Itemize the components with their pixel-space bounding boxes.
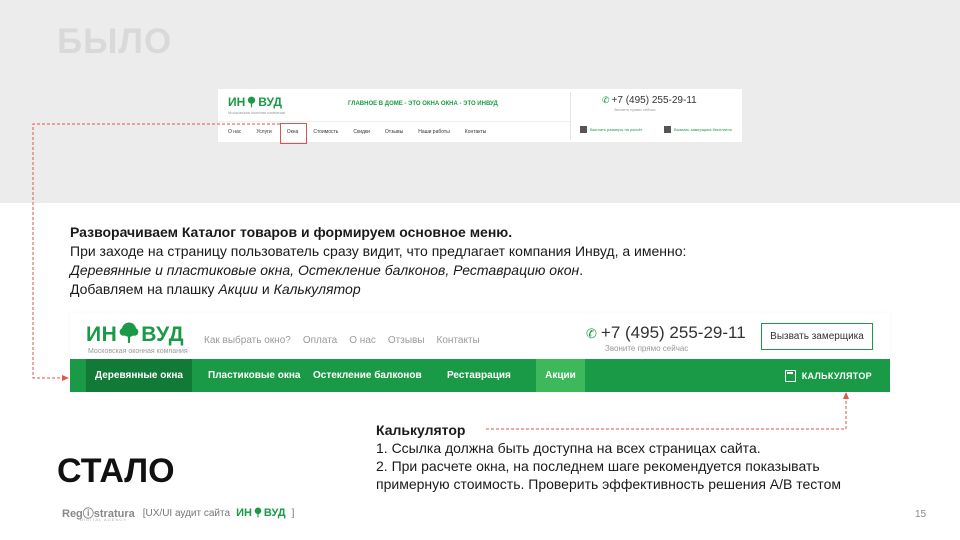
menu-item-balcony-glazing[interactable]: Остекление балконов xyxy=(313,359,422,392)
new-site-header: ИН ВУД Московская оконная компания Как вы… xyxy=(70,313,890,392)
top-nav-item[interactable]: Оплата xyxy=(303,335,337,346)
tree-icon xyxy=(254,507,262,518)
calculator-button[interactable]: КАЛЬКУЛЯТОР xyxy=(784,359,872,392)
main-menu-bar: Деревянные окна Пластиковые окна Остекле… xyxy=(70,359,890,392)
arrow-head-note-to-calculator xyxy=(843,392,849,399)
phone-icon: ✆ xyxy=(602,95,610,105)
description-italic: Калькулятор xyxy=(273,281,361,297)
menu-item-restoration[interactable]: Реставрация xyxy=(447,359,511,392)
old-logo[interactable]: ИН ВУД xyxy=(228,95,282,109)
new-phone[interactable]: ✆ +7 (495) 255-29-11 xyxy=(586,323,746,343)
call-measurer-button[interactable]: Вызвать замерщика xyxy=(761,323,873,350)
footer-brand-part1: ИН xyxy=(236,507,252,519)
calculator-label: КАЛЬКУЛЯТОР xyxy=(801,370,872,381)
calculator-note-item: 1. Ссылка должна быть доступна на всех с… xyxy=(376,440,761,456)
old-nav-item[interactable]: Отзывы xyxy=(385,129,403,135)
top-nav-item[interactable]: Как выбрать окно? xyxy=(204,335,291,346)
triangle-icon xyxy=(664,126,671,133)
description-period: . xyxy=(579,262,584,278)
menu-item-wooden-windows[interactable]: Деревянные окна xyxy=(86,359,192,392)
agency-logo-subtitle: DIGITAL AGENCY xyxy=(80,517,127,522)
description-text-part: Добавляем на плашку xyxy=(70,281,219,297)
old-nav-divider xyxy=(218,121,570,122)
calculator-note-item: 2. При расчете окна, на последнем шаге р… xyxy=(376,458,841,492)
description-line: Добавляем на плашку Акции и Калькулятор xyxy=(70,280,830,299)
top-nav-item[interactable]: Отзывы xyxy=(388,335,425,346)
old-nav: О нас Услуги Окна Стоимость Скидки Отзыв… xyxy=(228,129,501,135)
old-action-send-sizes[interactable]: Выслать размеры на расчёт xyxy=(580,126,650,133)
old-nav-item[interactable]: Наши работы xyxy=(418,129,450,135)
old-logo-part1: ИН xyxy=(228,95,246,109)
menu-item-plastic-windows[interactable]: Пластиковые окна xyxy=(208,359,300,392)
old-logo-part2: ВУД xyxy=(258,95,282,109)
footer-close-bracket: ] xyxy=(291,507,295,519)
footer-audit-text: [UX/UI аудит сайта xyxy=(142,507,231,519)
old-nav-item[interactable]: Скидки xyxy=(353,129,370,135)
old-slogan: ГЛАВНОЕ В ДОМЕ - ЭТО ОКНА ОКНА - ЭТО ИНВ… xyxy=(348,101,498,107)
description-heading: Разворачиваем Каталог товаров и формируе… xyxy=(70,224,513,240)
footer-brand-logo: ИН ВУД xyxy=(236,507,286,519)
footer: Regⓘstratura DIGITAL AGENCY [UX/UI аудит… xyxy=(62,505,295,522)
old-phone-subtitle: Звоните прямо сейчас xyxy=(614,107,656,112)
was-title: БЫЛО xyxy=(57,22,173,61)
description-italic: Деревянные и пластиковые окна, Остеклени… xyxy=(70,262,580,278)
old-phone[interactable]: ✆ +7 (495) 255-29-11 xyxy=(602,95,697,106)
old-nav-item[interactable]: Контакты xyxy=(465,129,487,135)
footer-brand-part2: ВУД xyxy=(263,507,286,519)
description-text-part: и xyxy=(257,281,274,297)
description-italic: Акции xyxy=(218,281,258,297)
top-nav-item[interactable]: О нас xyxy=(349,335,376,346)
new-logo-subtitle: Московская оконная компания xyxy=(88,348,188,355)
tree-icon xyxy=(248,96,256,108)
calculator-note-title: Калькулятор xyxy=(376,422,466,438)
old-nav-item[interactable]: О нас xyxy=(228,129,241,135)
calculator-note: Калькулятор 1. Ссылка должна быть доступ… xyxy=(376,421,896,493)
phone-icon: ✆ xyxy=(586,326,597,341)
new-phone-number: +7 (495) 255-29-11 xyxy=(600,323,746,342)
old-divider xyxy=(570,92,571,140)
description-line: При заходе на страницу пользователь сраз… xyxy=(70,243,687,259)
new-logo[interactable]: ИН ВУД xyxy=(86,322,184,347)
calculator-icon xyxy=(784,369,796,382)
old-action-send-sizes-label: Выслать размеры на расчёт xyxy=(590,127,643,132)
tree-icon xyxy=(119,322,139,343)
new-top-nav: Как выбрать окно? Оплата О нас Отзывы Ко… xyxy=(204,335,492,346)
new-logo-part1: ИН xyxy=(86,323,118,346)
old-nav-item[interactable]: Стоимость xyxy=(313,129,338,135)
page-number: 15 xyxy=(915,509,927,520)
ruler-icon xyxy=(580,126,587,133)
new-phone-subtitle: Звоните прямо сейчас xyxy=(605,344,689,353)
menu-item-promotions[interactable]: Акции xyxy=(536,359,585,392)
old-nav-item[interactable]: Услуги xyxy=(256,129,271,135)
arrow-head-old-to-new xyxy=(62,375,69,381)
highlight-box xyxy=(280,123,307,144)
old-action-call-measurer[interactable]: Вызвать замерщика бесплатно xyxy=(664,126,734,133)
description-text: Разворачиваем Каталог товаров и формируе… xyxy=(70,223,830,299)
old-phone-number: +7 (495) 255-29-11 xyxy=(611,95,697,106)
became-title: СТАЛО xyxy=(57,452,175,490)
new-logo-part2: ВУД xyxy=(141,323,185,346)
description-line: Деревянные и пластиковые окна, Остеклени… xyxy=(70,261,830,280)
old-logo-subtitle: Московская оконная компания xyxy=(228,110,285,115)
top-nav-item[interactable]: Контакты xyxy=(437,335,480,346)
old-action-call-measurer-label: Вызвать замерщика бесплатно xyxy=(674,127,732,132)
